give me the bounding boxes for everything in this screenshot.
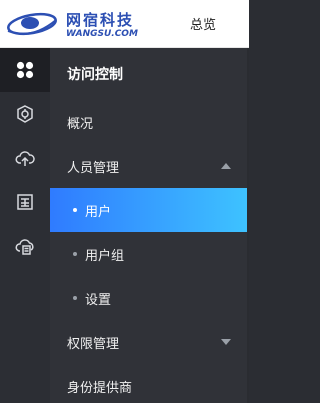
caret-up-icon [221, 163, 231, 169]
certificate-icon [17, 194, 33, 210]
scrollbar-track[interactable] [247, 48, 249, 403]
menu-item-label: 用户 [85, 204, 112, 220]
menu-item-label: 身份提供商 [67, 380, 133, 396]
bullet-icon [73, 252, 77, 256]
rail-item-security[interactable] [0, 92, 50, 136]
rail-item-certificate[interactable] [0, 180, 50, 224]
apps-grid-icon [16, 61, 34, 79]
menu-item-label: 权限管理 [67, 336, 120, 352]
sidebar-panel: 访问控制 概况 人员管理 用户 用户组 设置 权限管理 身份提供商 [50, 48, 249, 403]
security-box-icon [17, 105, 33, 123]
rail-item-apps[interactable] [0, 48, 50, 92]
menu-item-settings[interactable]: 设置 [50, 276, 249, 320]
menu-item-overview[interactable]: 概况 [50, 100, 249, 144]
nav-overview-link[interactable]: 总览 [190, 14, 216, 33]
menu-item-identity-providers[interactable]: 身份提供商 [50, 364, 249, 403]
caret-down-icon [221, 339, 231, 345]
cloud-upload-icon [15, 151, 35, 166]
top-bar: 网宿科技 WANGSU.COM 总览 [0, 0, 249, 48]
icon-rail [0, 48, 50, 403]
bullet-icon [73, 296, 77, 300]
wangsu-logo-mark-icon [7, 12, 57, 36]
menu-group-personnel[interactable]: 人员管理 [50, 144, 249, 188]
menu-item-users[interactable]: 用户 [50, 188, 249, 232]
panel-title: 访问控制 [67, 67, 123, 83]
rail-item-cloud-upload[interactable] [0, 136, 50, 180]
menu-item-label: 概况 [67, 116, 94, 132]
menu-group-permissions[interactable]: 权限管理 [50, 320, 249, 364]
menu-item-label: 设置 [85, 292, 112, 308]
rail-item-cloud-storage[interactable] [0, 224, 50, 268]
brand-name-en: WANGSU.COM [66, 29, 138, 39]
brand-logo[interactable]: 网宿科技 WANGSU.COM [6, 4, 162, 44]
menu-item-label: 人员管理 [67, 160, 120, 176]
cloud-storage-icon [15, 239, 34, 255]
bullet-icon [73, 208, 77, 212]
brand-name-cn: 网宿科技 [66, 11, 135, 29]
menu-item-label: 用户组 [85, 248, 125, 264]
menu-item-user-groups[interactable]: 用户组 [50, 232, 249, 276]
